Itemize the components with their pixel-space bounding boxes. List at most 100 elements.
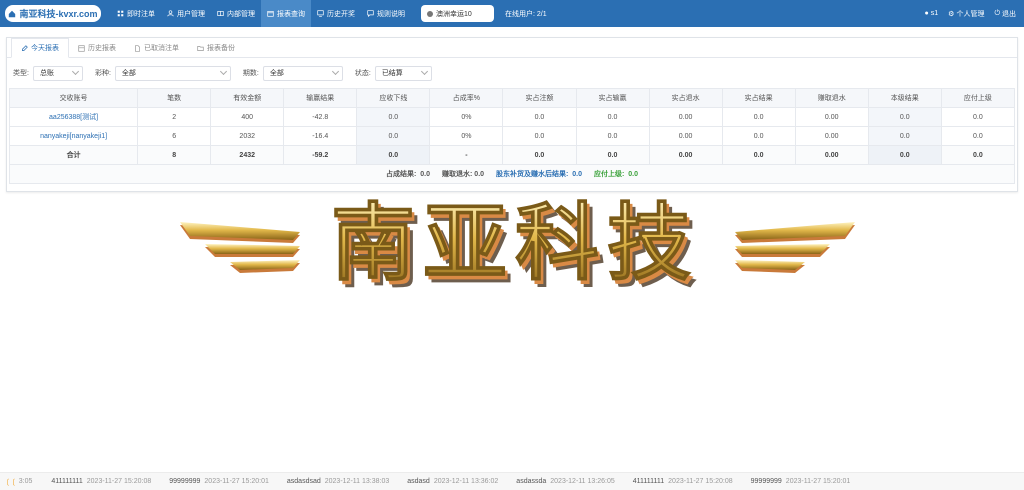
- col-actual-rebate: 实占退水: [648, 88, 723, 108]
- cell-account[interactable]: nanyakeji[nanyakeji1]: [8, 126, 139, 146]
- lottery-selector[interactable]: 澳洲幸运10: [421, 5, 494, 22]
- nav-history-draws[interactable]: 历史开奖: [311, 0, 361, 27]
- user-name: s1: [930, 10, 939, 17]
- ticker-item: asdasdsad 2023-12-11 13:38:03: [287, 478, 389, 485]
- status-select-value: 已结算: [381, 70, 403, 77]
- speaker-icon: ❲❲: [5, 478, 17, 486]
- status-select[interactable]: 已结算: [374, 65, 432, 81]
- grid-icon: [117, 10, 124, 17]
- period-select[interactable]: 全部: [262, 65, 343, 81]
- tab-today-report[interactable]: 今天报表: [11, 38, 69, 58]
- table-row: nanyakeji[nanyakeji1] 6 2032 -16.4 0.0 0…: [8, 126, 1016, 146]
- col-count: 笔数: [137, 88, 212, 108]
- cell: -42.8: [283, 107, 358, 127]
- col-level-result: 本级结果: [867, 88, 942, 108]
- nav-live-bets[interactable]: 即时注单: [111, 0, 161, 27]
- cell: 0.0: [867, 107, 942, 127]
- col-win-loss: 输赢结果: [283, 88, 358, 108]
- col-actual-bet: 实占注额: [502, 88, 577, 108]
- main-nav: 即时注单 用户管理 内部管理 报表查询 历史开奖 规则说明: [111, 0, 411, 27]
- ticker-user: 99999999: [750, 478, 782, 485]
- ticker-item: 411111111 2023-11-27 15:20:08: [51, 478, 151, 485]
- cell: 0.0: [502, 126, 577, 146]
- ticker-user: 411111111: [51, 478, 83, 485]
- banner-title: 南亚科技: [331, 195, 699, 292]
- nav-user-management-label: 用户管理: [177, 10, 205, 18]
- cell: 0.0: [356, 126, 431, 146]
- cell: -16.4: [283, 126, 358, 146]
- cell: 0.0: [721, 145, 796, 165]
- col-actual-result: 实占结果: [721, 88, 796, 108]
- ticker-date: 2023-11-27 15:20:01: [785, 478, 851, 485]
- summary-share-label: 占成结果:: [386, 171, 417, 178]
- cell: 400: [210, 107, 285, 127]
- summary-rebate: 赚取退水: 0.0: [442, 169, 484, 179]
- col-actual-win-loss: 实占输赢: [575, 88, 650, 108]
- profile-link[interactable]: ⚙ 个人管理: [948, 9, 984, 19]
- cell: 0.0: [940, 126, 1016, 146]
- tab-history-report[interactable]: 历史报表: [69, 38, 125, 58]
- cell: 0.0: [502, 145, 577, 165]
- tab-cancelled-bets[interactable]: 已取消注单: [125, 38, 188, 58]
- ticker-date: 2023-12-11 13:26:05: [550, 478, 615, 485]
- col-payable: 应付上级: [940, 88, 1016, 108]
- nav-internal-management[interactable]: 内部管理: [211, 0, 261, 27]
- book-icon: [217, 11, 224, 16]
- ticker-item: asdassda 2023-12-11 13:26:05: [516, 478, 614, 485]
- ticker-date: 2023-12-11 13:36:02: [433, 478, 499, 485]
- col-share-rate: 占成率%: [429, 88, 504, 108]
- cell: 0%: [429, 126, 504, 146]
- type-filter-label: 类型:: [13, 70, 29, 77]
- nav-report-query[interactable]: 报表查询: [261, 0, 311, 27]
- nav-user-management[interactable]: 用户管理: [161, 0, 211, 27]
- account-link[interactable]: aa256388[测试]: [49, 114, 98, 121]
- ticker-item: asdasd 2023-12-11 13:36:02: [407, 478, 498, 485]
- table-icon: [78, 44, 85, 52]
- profile-label: 个人管理: [956, 10, 985, 18]
- type-select[interactable]: 总账: [32, 65, 83, 81]
- user-icon: ●: [924, 10, 929, 17]
- logout-link[interactable]: ⏻ 退出: [994, 9, 1016, 19]
- cell: 0.0: [575, 126, 650, 146]
- type-select-value: 总账: [39, 70, 54, 77]
- game-select-value: 全部: [121, 70, 136, 77]
- report-table: 交收账号 笔数 有效金额 输赢结果 应收下线 占成率% 实占注额 实占输赢 实占…: [8, 88, 1016, 184]
- cell: 0.0: [356, 145, 431, 165]
- nav-rules[interactable]: 规则说明: [361, 0, 411, 27]
- site-logo[interactable]: 南亚科技-kvxr.com: [5, 5, 101, 22]
- summary-share-value: 0.0: [420, 171, 430, 178]
- nav-internal-management-label: 内部管理: [227, 10, 255, 18]
- power-icon: ⏻: [994, 9, 1000, 17]
- edit-icon: [22, 44, 28, 51]
- cell-account[interactable]: aa256388[测试]: [8, 107, 139, 127]
- summary-row: 占成结果: 0.0 赚取退水: 0.0 股东补货及赚水后结果: 0.0 应付上级…: [9, 164, 1015, 184]
- report-tabs: 今天报表 历史报表 已取消注单 报表备份: [7, 38, 1017, 58]
- cell: 0.0: [356, 107, 431, 127]
- cell: 0.0: [575, 145, 650, 165]
- chevron-down-icon: [71, 67, 79, 76]
- cell: 0.0: [940, 145, 1016, 165]
- cell: 0.00: [794, 107, 869, 127]
- ticker-user: asdasd: [407, 478, 430, 485]
- file-icon: [135, 44, 140, 52]
- cell: 0.0: [721, 126, 796, 146]
- ticker-date: 2023-11-27 15:20:08: [86, 478, 152, 485]
- tab-history-report-label: 历史报表: [88, 45, 116, 52]
- cell: 0.00: [648, 107, 723, 127]
- summary-payable-label: 应付上级:: [594, 171, 625, 178]
- account-link[interactable]: nanyakeji[nanyakeji1]: [40, 133, 107, 140]
- user-account[interactable]: ● s1: [925, 10, 939, 17]
- game-select[interactable]: 全部: [114, 65, 231, 81]
- ticker-user: asdassda: [516, 478, 547, 485]
- game-filter-label: 彩种:: [94, 70, 111, 77]
- user-menu: ● s1 ⚙ 个人管理 ⏻ 退出: [925, 9, 1016, 19]
- tab-report-backup[interactable]: 报表备份: [188, 38, 244, 58]
- logo-text: 南亚科技-kvxr.com: [19, 9, 98, 19]
- ticker-date: 2023-11-27 15:20:01: [204, 478, 269, 485]
- cell: 2: [137, 107, 212, 127]
- tab-today-report-label: 今天报表: [31, 45, 59, 52]
- nav-live-bets-label: 即时注单: [127, 10, 155, 18]
- cell: 0.0: [721, 107, 796, 127]
- summary-rebate-label: 赚取退水:: [442, 171, 473, 178]
- cell: 0.00: [648, 126, 723, 146]
